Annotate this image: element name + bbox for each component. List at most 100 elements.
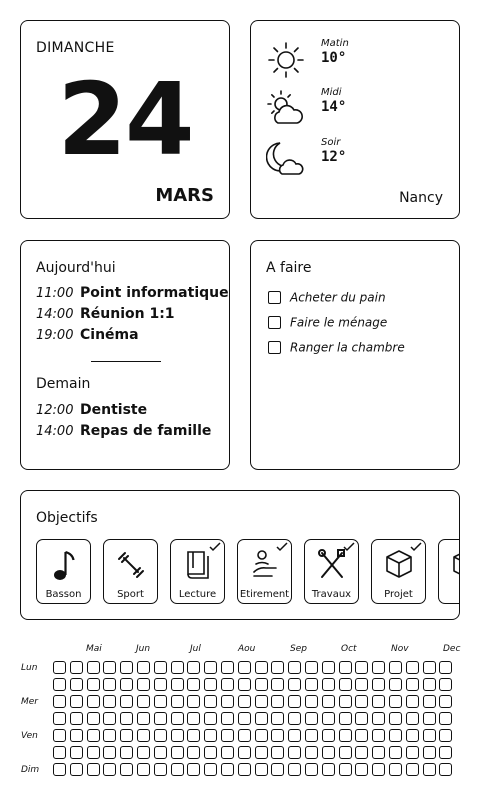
habit-cell[interactable]	[389, 678, 402, 691]
habit-cell[interactable]	[321, 695, 335, 708]
habit-cell[interactable]	[170, 729, 184, 742]
habit-cell[interactable]	[170, 746, 184, 759]
habit-cell[interactable]	[439, 763, 453, 776]
todo-checkbox[interactable]	[268, 316, 281, 329]
habit-cell[interactable]	[153, 695, 167, 708]
habit-cell[interactable]	[389, 695, 402, 708]
habit-cell[interactable]	[153, 746, 167, 759]
habit-cell[interactable]	[69, 661, 83, 674]
habit-cell[interactable]	[237, 695, 251, 708]
habit-cell[interactable]	[53, 746, 66, 759]
habit-cell[interactable]	[405, 695, 419, 708]
habit-cell[interactable]	[254, 746, 268, 759]
habit-cell[interactable]	[439, 712, 453, 725]
habit-cell[interactable]	[69, 763, 83, 776]
habit-cell[interactable]	[321, 729, 335, 742]
habit-cell[interactable]	[103, 729, 117, 742]
habit-cell[interactable]	[221, 695, 234, 708]
habit-cell[interactable]	[120, 746, 134, 759]
habit-cell[interactable]	[153, 712, 167, 725]
habit-cell[interactable]	[86, 678, 100, 691]
habit-cell[interactable]	[137, 712, 150, 725]
habit-cell[interactable]	[187, 695, 201, 708]
habit-cell[interactable]	[170, 712, 184, 725]
habit-cell[interactable]	[53, 661, 66, 674]
habit-cell[interactable]	[170, 695, 184, 708]
habit-cell[interactable]	[372, 729, 386, 742]
habit-cell[interactable]	[321, 661, 335, 674]
habit-cell[interactable]	[170, 763, 184, 776]
habit-cell[interactable]	[355, 729, 369, 742]
habit-cell[interactable]	[288, 746, 302, 759]
habit-cell[interactable]	[53, 712, 66, 725]
habit-cell[interactable]	[439, 678, 453, 691]
todo-item[interactable]: Faire le ménage	[268, 312, 387, 330]
habit-cell[interactable]	[338, 661, 352, 674]
habit-cell[interactable]	[389, 712, 402, 725]
habit-cell[interactable]	[338, 678, 352, 691]
habit-cell[interactable]	[355, 746, 369, 759]
habit-cell[interactable]	[288, 763, 302, 776]
habit-cell[interactable]	[137, 678, 150, 691]
habit-cell[interactable]	[372, 763, 386, 776]
habit-cell[interactable]	[86, 729, 100, 742]
habit-cell[interactable]	[170, 661, 184, 674]
habit-cell[interactable]	[204, 661, 218, 674]
habit-cell[interactable]	[204, 712, 218, 725]
habit-cell[interactable]	[153, 729, 167, 742]
habit-cell[interactable]	[153, 678, 167, 691]
habit-cell[interactable]	[355, 678, 369, 691]
habit-cell[interactable]	[271, 695, 285, 708]
habit-cell[interactable]	[120, 729, 134, 742]
habit-cell[interactable]	[305, 763, 318, 776]
todo-item[interactable]: Acheter du pain	[268, 287, 386, 305]
habit-cell[interactable]	[405, 763, 419, 776]
habit-cell[interactable]	[237, 661, 251, 674]
goal-sport[interactable]: Sport	[103, 539, 158, 604]
goal-basson[interactable]: Basson	[36, 539, 91, 604]
habit-cell[interactable]	[53, 763, 66, 776]
habit-cell[interactable]	[221, 729, 234, 742]
habit-cell[interactable]	[204, 746, 218, 759]
habit-cell[interactable]	[288, 695, 302, 708]
habit-cell[interactable]	[389, 763, 402, 776]
habit-cell[interactable]	[355, 763, 369, 776]
goal-partial[interactable]: Pr	[438, 539, 459, 604]
habit-cell[interactable]	[120, 763, 134, 776]
habit-cell[interactable]	[221, 712, 234, 725]
habit-cell[interactable]	[321, 746, 335, 759]
habit-cell[interactable]	[355, 712, 369, 725]
habit-cell[interactable]	[405, 746, 419, 759]
habit-cell[interactable]	[120, 712, 134, 725]
habit-cell[interactable]	[372, 661, 386, 674]
habit-cell[interactable]	[355, 695, 369, 708]
habit-cell[interactable]	[338, 746, 352, 759]
habit-cell[interactable]	[204, 695, 218, 708]
habit-cell[interactable]	[405, 729, 419, 742]
habit-cell[interactable]	[187, 763, 201, 776]
habit-cell[interactable]	[271, 712, 285, 725]
habit-cell[interactable]	[53, 729, 66, 742]
habit-cell[interactable]	[355, 661, 369, 674]
habit-cell[interactable]	[69, 695, 83, 708]
event-item[interactable]: 19:00 Cinéma	[36, 324, 139, 344]
habit-cell[interactable]	[254, 712, 268, 725]
habit-cell[interactable]	[237, 729, 251, 742]
habit-cell[interactable]	[405, 678, 419, 691]
event-item[interactable]: 14:00 Repas de famille	[36, 420, 211, 440]
habit-cell[interactable]	[321, 678, 335, 691]
habit-cell[interactable]	[103, 661, 117, 674]
habit-cell[interactable]	[389, 729, 402, 742]
goal-lecture[interactable]: Lecture	[170, 539, 225, 604]
habit-cell[interactable]	[86, 746, 100, 759]
habit-cell[interactable]	[439, 729, 453, 742]
habit-cell[interactable]	[372, 678, 386, 691]
habit-cell[interactable]	[288, 712, 302, 725]
todo-checkbox[interactable]	[268, 341, 281, 354]
habit-cell[interactable]	[221, 661, 234, 674]
habit-cell[interactable]	[204, 729, 218, 742]
habit-cell[interactable]	[305, 746, 318, 759]
habit-cell[interactable]	[389, 661, 402, 674]
habit-cell[interactable]	[271, 729, 285, 742]
habit-cell[interactable]	[321, 763, 335, 776]
